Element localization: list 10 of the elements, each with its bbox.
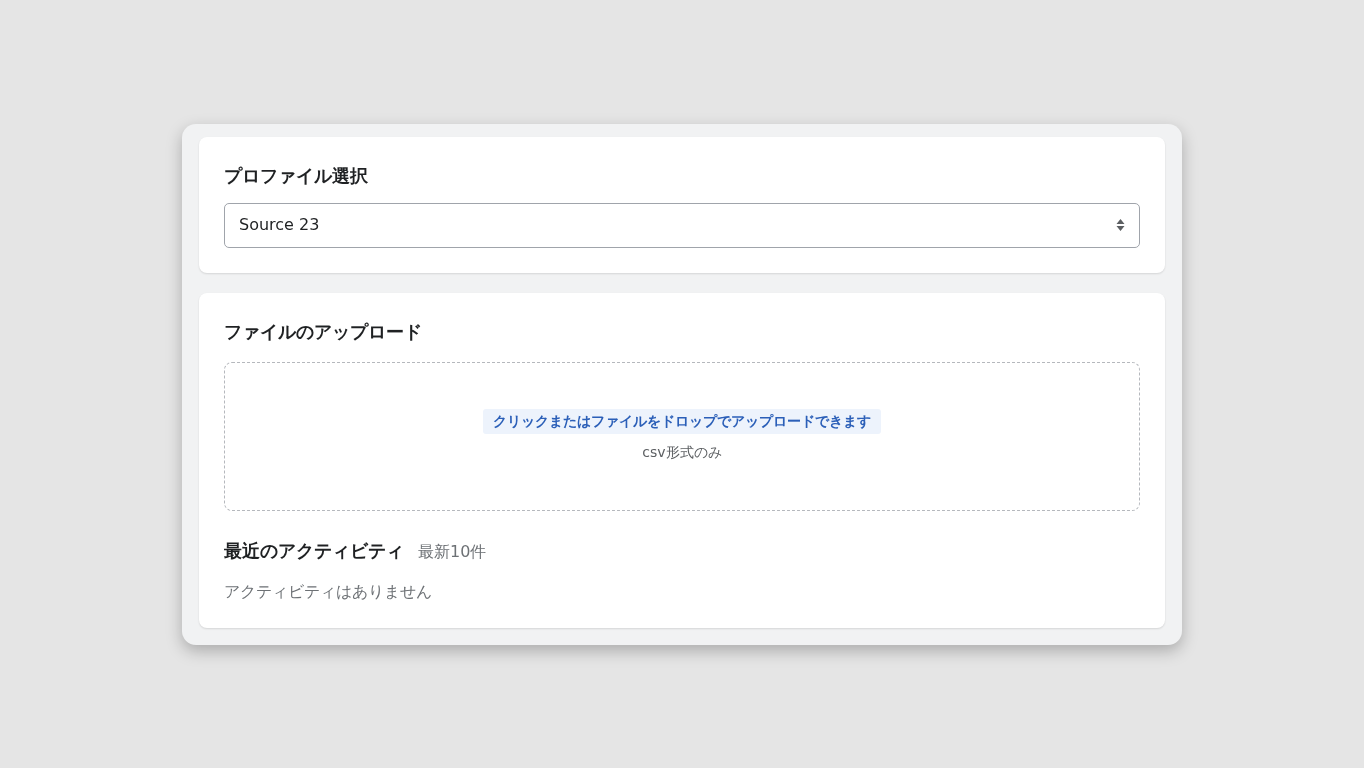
profile-select[interactable]: Source 23 <box>224 202 1140 248</box>
section-title: プロファイル選択 <box>224 163 369 188</box>
drop-zone[interactable]: クリックまたはファイルをドロップでアップロードできます csv形式のみ <box>224 361 1140 511</box>
activity-count: 最新10件 <box>418 540 487 563</box>
section-title: ファイルのアップロード <box>224 319 423 344</box>
sort-arrows-icon <box>1116 218 1125 232</box>
upload-link[interactable]: クリックまたはファイルをドロップでアップロードできます <box>483 409 881 434</box>
format-hint: csv形式のみ <box>642 443 722 462</box>
empty-message: アクティビティはありません <box>224 580 433 603</box>
section-title: 最近のアクティビティ <box>224 538 404 563</box>
